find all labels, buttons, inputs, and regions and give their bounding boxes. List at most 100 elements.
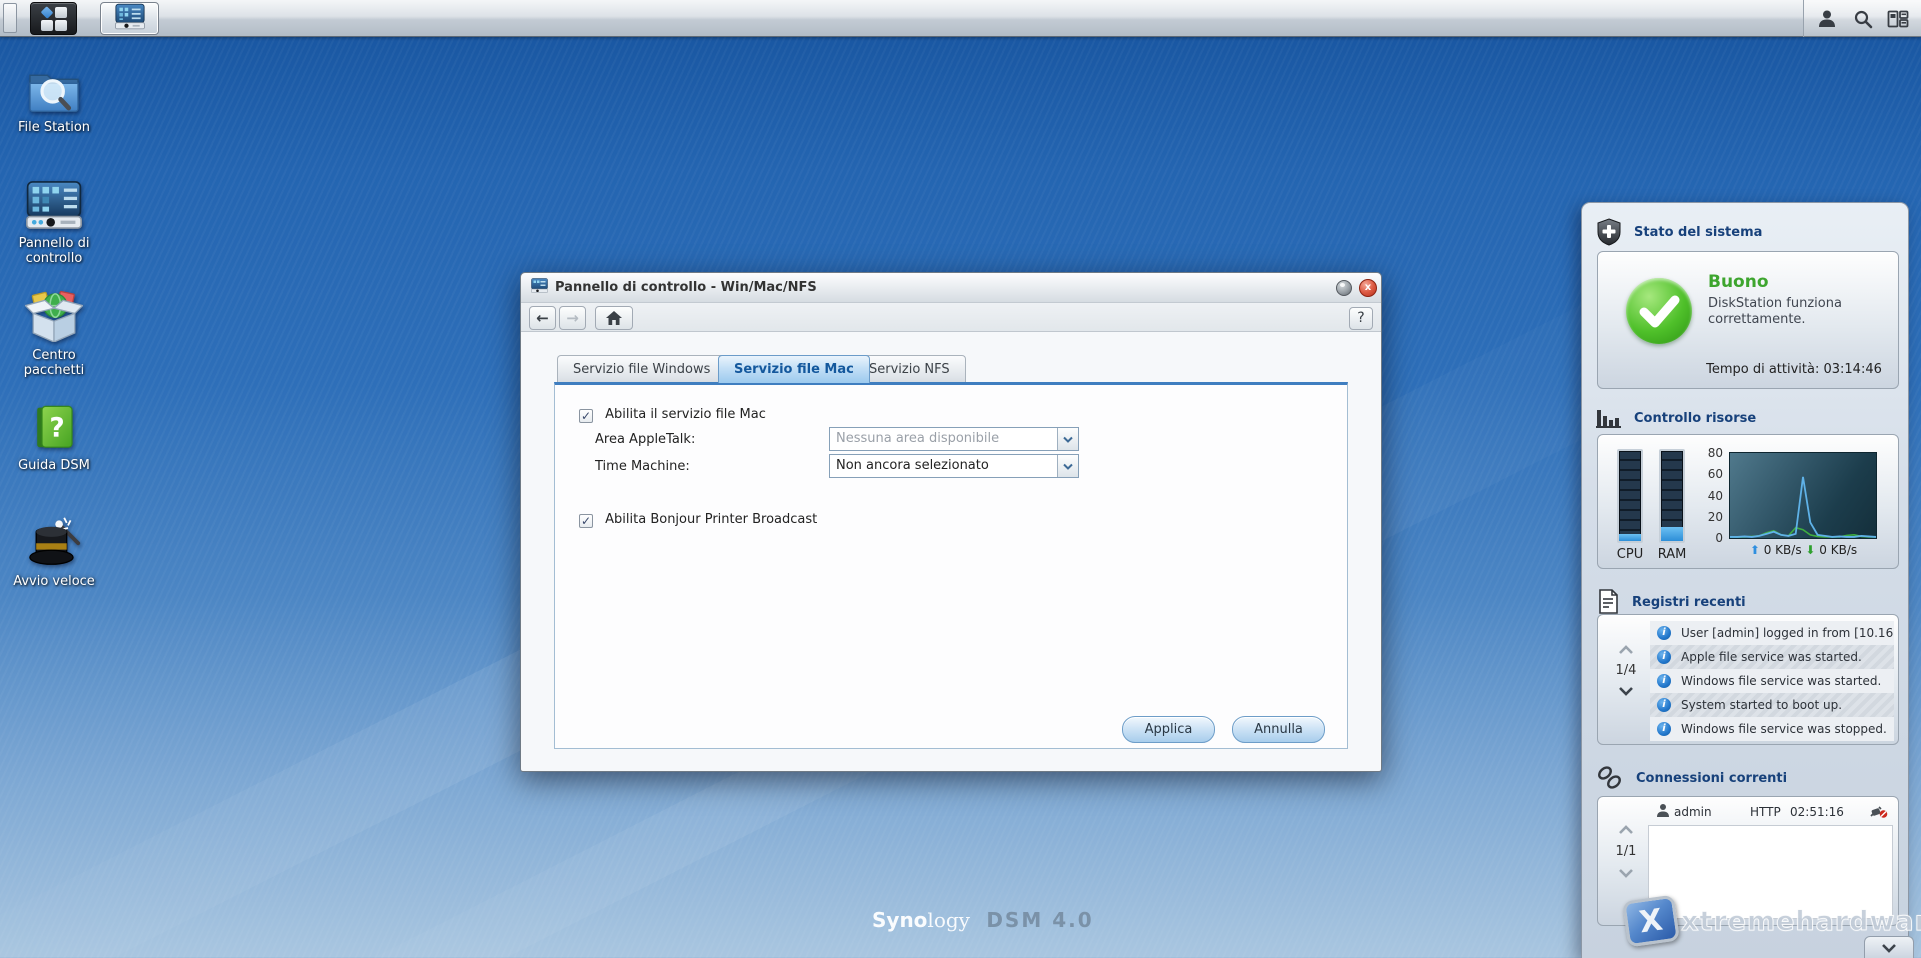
user-icon xyxy=(1656,803,1670,821)
pilot-view-icon[interactable] xyxy=(1885,6,1911,32)
appletalk-value: Nessuna area disponibile xyxy=(830,428,1057,450)
brand-version: DSM 4.0 xyxy=(986,908,1093,932)
network-legend: ⬆ 0 KB/s ⬇ 0 KB/s xyxy=(1716,543,1891,557)
y-tick: 20 xyxy=(1697,510,1723,524)
desktop-icon-control-panel[interactable]: Pannello di controllo xyxy=(0,178,108,266)
home-button[interactable] xyxy=(595,306,633,330)
status-ok-icon xyxy=(1626,278,1692,344)
synology-watermark: Synology DSM 4.0 xyxy=(872,908,1094,932)
control-panel-icon xyxy=(25,178,83,230)
upload-series-line xyxy=(1730,477,1876,537)
back-button[interactable]: ← xyxy=(529,306,556,330)
widget-title: Connessioni correnti xyxy=(1636,771,1787,786)
page-up-icon[interactable] xyxy=(1618,645,1634,655)
log-row: i User [admin] logged in from [10.16... xyxy=(1650,621,1894,645)
info-icon: i xyxy=(1657,674,1671,688)
chevron-down-icon[interactable] xyxy=(1057,428,1078,450)
chevron-down-icon[interactable] xyxy=(1057,455,1078,477)
enable-mac-checkbox[interactable]: ✓ xyxy=(579,409,593,423)
widget-panel: Stato del sistema Buono DiskStation funz… xyxy=(1581,202,1909,958)
site-logo-icon: X xyxy=(1622,895,1680,948)
connection-page-indicator: 1/1 xyxy=(1608,844,1644,859)
show-desktop-button[interactable] xyxy=(3,3,17,33)
cancel-button[interactable]: Annulla xyxy=(1232,716,1325,743)
log-text: Windows file service was stopped. xyxy=(1681,722,1887,736)
appletalk-select[interactable]: Nessuna area disponibile xyxy=(829,427,1079,451)
forward-button[interactable]: → xyxy=(559,306,586,330)
info-icon: i xyxy=(1657,722,1671,736)
main-menu-button[interactable] xyxy=(30,2,77,35)
connection-protocol: HTTP xyxy=(1750,805,1781,819)
y-tick: 80 xyxy=(1697,446,1723,460)
taskbar xyxy=(0,0,1921,37)
dsm-help-icon: ? xyxy=(25,400,83,452)
timemachine-select[interactable]: Non ancora selezionato xyxy=(829,454,1079,478)
widget-title: Controllo risorse xyxy=(1634,411,1756,426)
log-row: i Windows file service was stopped. xyxy=(1650,717,1894,741)
download-series-line xyxy=(1730,528,1876,537)
brand-bold: Syno xyxy=(872,908,927,932)
desktop-icon-label: Avvio veloce xyxy=(13,574,95,589)
tab-servizio-nfs[interactable]: Servizio NFS xyxy=(853,355,966,383)
tab-content-panel: ✓ Abilita il servizio file Mac Area Appl… xyxy=(554,382,1348,749)
control-panel-task-button[interactable] xyxy=(100,2,159,35)
enable-mac-label: Abilita il servizio file Mac xyxy=(605,407,766,422)
log-row: i System started to boot up. xyxy=(1650,693,1894,717)
page-down-icon[interactable] xyxy=(1618,686,1634,696)
y-tick: 60 xyxy=(1697,467,1723,481)
desktop-icon-label: Centro pacchetti xyxy=(0,348,108,378)
download-arrow-icon: ⬇ xyxy=(1805,543,1815,557)
search-icon[interactable] xyxy=(1850,6,1876,32)
home-icon xyxy=(606,311,622,325)
site-watermark: X xtremehardware.it xyxy=(1625,898,1921,944)
desktop-icon-quick-start[interactable]: Avvio veloce xyxy=(0,516,108,589)
resource-monitor-box: CPU RAM 80 60 40 20 0 ⬆ 0 KB/s ⬇ 0 KB/s xyxy=(1597,434,1899,569)
log-text: Apple file service was started. xyxy=(1681,650,1862,664)
control-panel-icon xyxy=(531,278,548,297)
page-up-icon[interactable] xyxy=(1618,825,1634,835)
window-title: Pannello di controllo - Win/Mac/NFS xyxy=(555,280,817,295)
minimize-button[interactable] xyxy=(1336,280,1352,296)
cpu-label: CPU xyxy=(1613,547,1647,562)
tab-servizio-file-mac[interactable]: Servizio file Mac xyxy=(718,355,870,383)
desktop-icon-dsm-help[interactable]: ? Guida DSM xyxy=(0,400,108,473)
brand-rest: logy xyxy=(927,908,970,932)
upload-rate: 0 KB/s xyxy=(1764,543,1802,557)
user-icon[interactable] xyxy=(1814,6,1840,32)
page-down-icon[interactable] xyxy=(1618,868,1634,878)
desktop-icon-label: Guida DSM xyxy=(18,458,90,473)
window-titlebar[interactable]: Pannello di controllo - Win/Mac/NFS xyxy=(521,273,1381,303)
close-button[interactable]: x xyxy=(1359,279,1377,297)
shield-icon xyxy=(1596,218,1622,246)
log-text: Windows file service was started. xyxy=(1681,674,1881,688)
apply-button[interactable]: Applica xyxy=(1122,716,1215,743)
info-icon: i xyxy=(1657,626,1671,640)
recent-logs-box: 1/4 i User [admin] logged in from [10.16… xyxy=(1597,614,1899,745)
desktop-icon-label: Pannello di controllo xyxy=(0,236,108,266)
connection-user: admin xyxy=(1674,805,1712,819)
connection-duration: 02:51:16 xyxy=(1790,805,1844,819)
bonjour-checkbox[interactable]: ✓ xyxy=(579,514,593,528)
info-icon: i xyxy=(1657,650,1671,664)
document-icon xyxy=(1596,589,1620,615)
disconnect-icon[interactable] xyxy=(1870,804,1888,822)
chevron-down-icon xyxy=(1881,943,1897,953)
log-row: i Apple file service was started. xyxy=(1650,645,1894,669)
apps-grid-icon xyxy=(41,7,67,31)
y-tick: 40 xyxy=(1697,489,1723,503)
widget-title: Stato del sistema xyxy=(1634,225,1762,240)
quick-start-icon xyxy=(25,516,83,568)
tab-servizio-file-windows[interactable]: Servizio file Windows xyxy=(557,355,726,383)
file-station-icon xyxy=(25,62,83,114)
recent-logs-header: Registri recenti xyxy=(1596,587,1746,617)
help-button[interactable]: ? xyxy=(1349,307,1373,330)
bonjour-label: Abilita Bonjour Printer Broadcast xyxy=(605,512,817,527)
resource-monitor-header: Controllo risorse xyxy=(1596,403,1756,433)
control-panel-icon xyxy=(115,3,145,34)
connection-row: admin HTTP 02:51:16 xyxy=(1648,803,1893,823)
desktop-icon-label: File Station xyxy=(18,120,90,135)
ram-gauge xyxy=(1659,449,1685,543)
desktop-icon-package-center[interactable]: Centro pacchetti xyxy=(0,290,108,378)
connections-header: Connessioni correnti xyxy=(1596,763,1787,793)
desktop-icon-file-station[interactable]: File Station xyxy=(0,62,108,135)
